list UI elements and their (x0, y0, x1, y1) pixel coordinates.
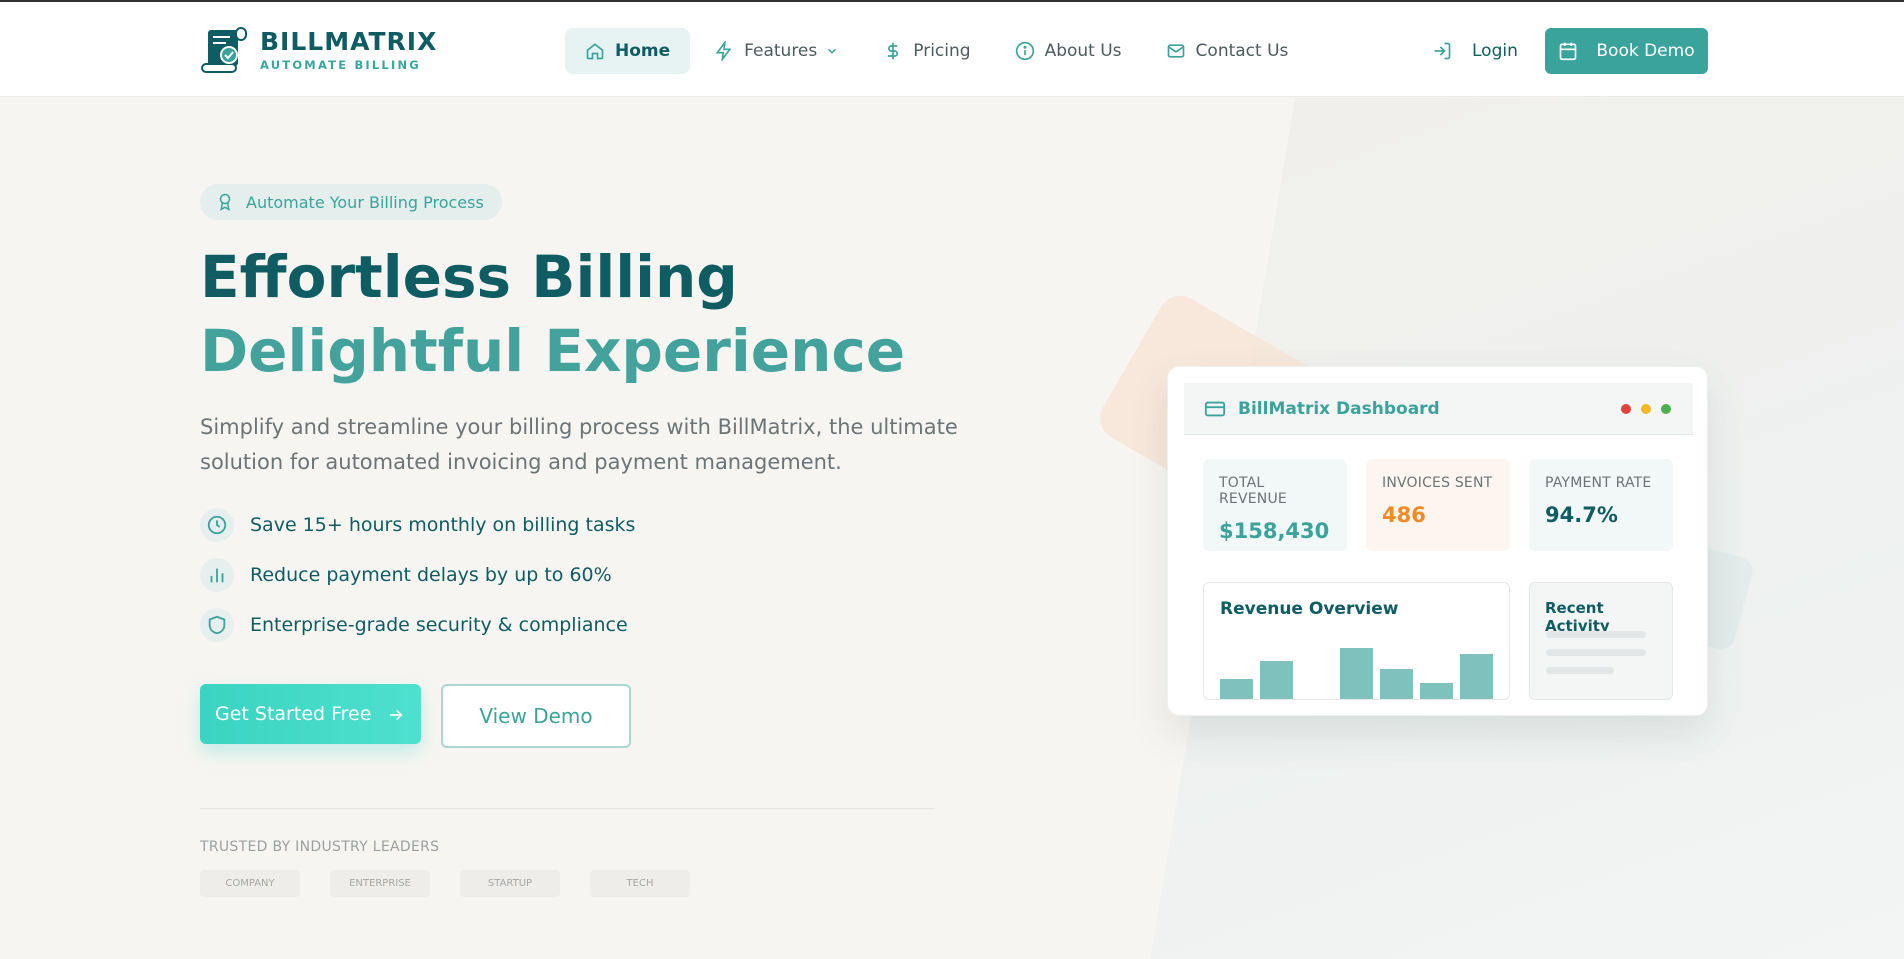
nav-item-label: Home (615, 41, 671, 61)
stat-invoices-sent: INVOICES SENT 486 (1366, 459, 1510, 551)
window-dot-red (1621, 404, 1631, 414)
brand-logo[interactable]: BILLMATRIX AUTOMATE BILLING (200, 26, 437, 74)
get-started-label: Get Started Free (215, 703, 372, 725)
arrow-right-icon (390, 709, 403, 721)
credit-card-icon (1204, 401, 1226, 416)
partner-logo: STARTUP (460, 870, 560, 897)
revenue-bar (1340, 648, 1373, 699)
stat-label: INVOICES SENT (1382, 475, 1493, 491)
stat-total-revenue: TOTAL REVENUE $158,430 (1203, 459, 1347, 551)
benefit-text: Reduce payment delays by up to 60% (250, 564, 612, 586)
hero-headline: Effortless Billing Delightful Experience (200, 240, 905, 388)
hero-divider (200, 808, 935, 809)
dashboard-title: BillMatrix Dashboard (1238, 398, 1440, 419)
nav-item-about[interactable]: About Us (995, 28, 1142, 74)
revenue-overview-panel: Revenue Overview (1203, 582, 1510, 700)
dashboard-preview-card: BillMatrix Dashboard TOTAL REVENUE $158,… (1167, 366, 1708, 716)
revenue-bar (1460, 654, 1493, 699)
hero-description: Simplify and streamline your billing pro… (200, 415, 958, 474)
nav-item-label: Pricing (913, 41, 971, 61)
partner-logo: ENTERPRISE (330, 870, 430, 897)
benefit-item: Save 15+ hours monthly on billing tasks (200, 508, 635, 542)
revenue-bar (1260, 661, 1293, 699)
activity-placeholder-line (1546, 649, 1646, 656)
login-button[interactable]: Login (1432, 28, 1518, 74)
get-started-button[interactable]: Get Started Free (200, 684, 421, 744)
headline-line-1: Effortless Billing (200, 243, 738, 311)
partner-logo: TECH (590, 870, 690, 897)
bolt-icon (715, 41, 732, 61)
activity-placeholder-line (1546, 631, 1646, 638)
stat-label: TOTAL REVENUE (1219, 475, 1287, 507)
activity-placeholder-line (1546, 667, 1614, 674)
nav-item-label: About Us (1044, 41, 1122, 61)
nav-item-label: Features (744, 41, 818, 61)
nav-item-home[interactable]: Home (565, 28, 691, 74)
nav-item-contact[interactable]: Contact Us (1146, 28, 1309, 74)
stat-value: 486 (1382, 503, 1426, 527)
bar-chart-icon (200, 558, 234, 592)
brand-subtitle: AUTOMATE BILLING (260, 57, 421, 72)
recent-activity-panel: Recent Activity (1529, 582, 1673, 700)
dollar-icon (888, 42, 899, 60)
stat-value: $158,430 (1219, 519, 1330, 543)
mail-icon (1167, 44, 1184, 58)
trusted-logos: COMPANY ENTERPRISE STARTUP TECH (200, 870, 720, 897)
stat-label: PAYMENT RATE (1545, 475, 1652, 491)
view-demo-label: View Demo (479, 704, 593, 728)
recent-activity-title: Recent Activity (1545, 599, 1610, 635)
view-demo-button[interactable]: View Demo (441, 684, 631, 748)
nav-links: Home Features Pricing About Us Contact U… (565, 28, 1312, 74)
award-icon (219, 193, 231, 211)
stat-payment-rate: PAYMENT RATE 94.7% (1529, 459, 1673, 551)
window-dot-yellow (1641, 404, 1651, 414)
headline-line-2: Delightful Experience (200, 317, 906, 385)
invoice-check-icon (200, 26, 252, 74)
dashboard-header: BillMatrix Dashboard (1184, 383, 1693, 435)
partner-logo: COMPANY (200, 870, 300, 897)
login-label: Login (1472, 41, 1518, 61)
benefit-item: Reduce payment delays by up to 60% (200, 558, 635, 592)
revenue-bar (1380, 669, 1413, 699)
top-navbar: BILLMATRIX AUTOMATE BILLING Home Feature… (0, 2, 1904, 97)
login-icon (1434, 42, 1451, 60)
benefit-text: Enterprise-grade security & compliance (250, 614, 628, 636)
clock-icon (200, 508, 234, 542)
trusted-label: TRUSTED BY INDUSTRY LEADERS (200, 839, 440, 855)
hero-badge: Automate Your Billing Process (200, 184, 502, 220)
book-demo-button[interactable]: Book Demo (1545, 28, 1708, 74)
brand-title: BILLMATRIX (260, 26, 438, 56)
revenue-bar (1220, 679, 1253, 699)
benefit-item: Enterprise-grade security & compliance (200, 608, 635, 642)
benefits-list: Save 15+ hours monthly on billing tasks … (200, 508, 635, 658)
nav-item-label: Contact Us (1195, 41, 1289, 61)
revenue-overview-title: Revenue Overview (1220, 599, 1399, 619)
book-demo-label: Book Demo (1596, 41, 1695, 61)
nav-item-features[interactable]: Features (694, 28, 859, 74)
shield-icon (200, 608, 234, 642)
hero-badge-text: Automate Your Billing Process (246, 192, 484, 212)
revenue-bar (1420, 683, 1453, 699)
info-icon (1015, 41, 1034, 61)
calendar-icon (1560, 42, 1577, 61)
home-icon (586, 43, 604, 60)
chevron-down-icon (828, 48, 837, 54)
benefit-text: Save 15+ hours monthly on billing tasks (250, 514, 636, 536)
window-dot-green (1661, 404, 1671, 414)
window-controls (1611, 404, 1671, 414)
nav-item-pricing[interactable]: Pricing (863, 28, 990, 74)
stat-value: 94.7% (1545, 503, 1618, 527)
